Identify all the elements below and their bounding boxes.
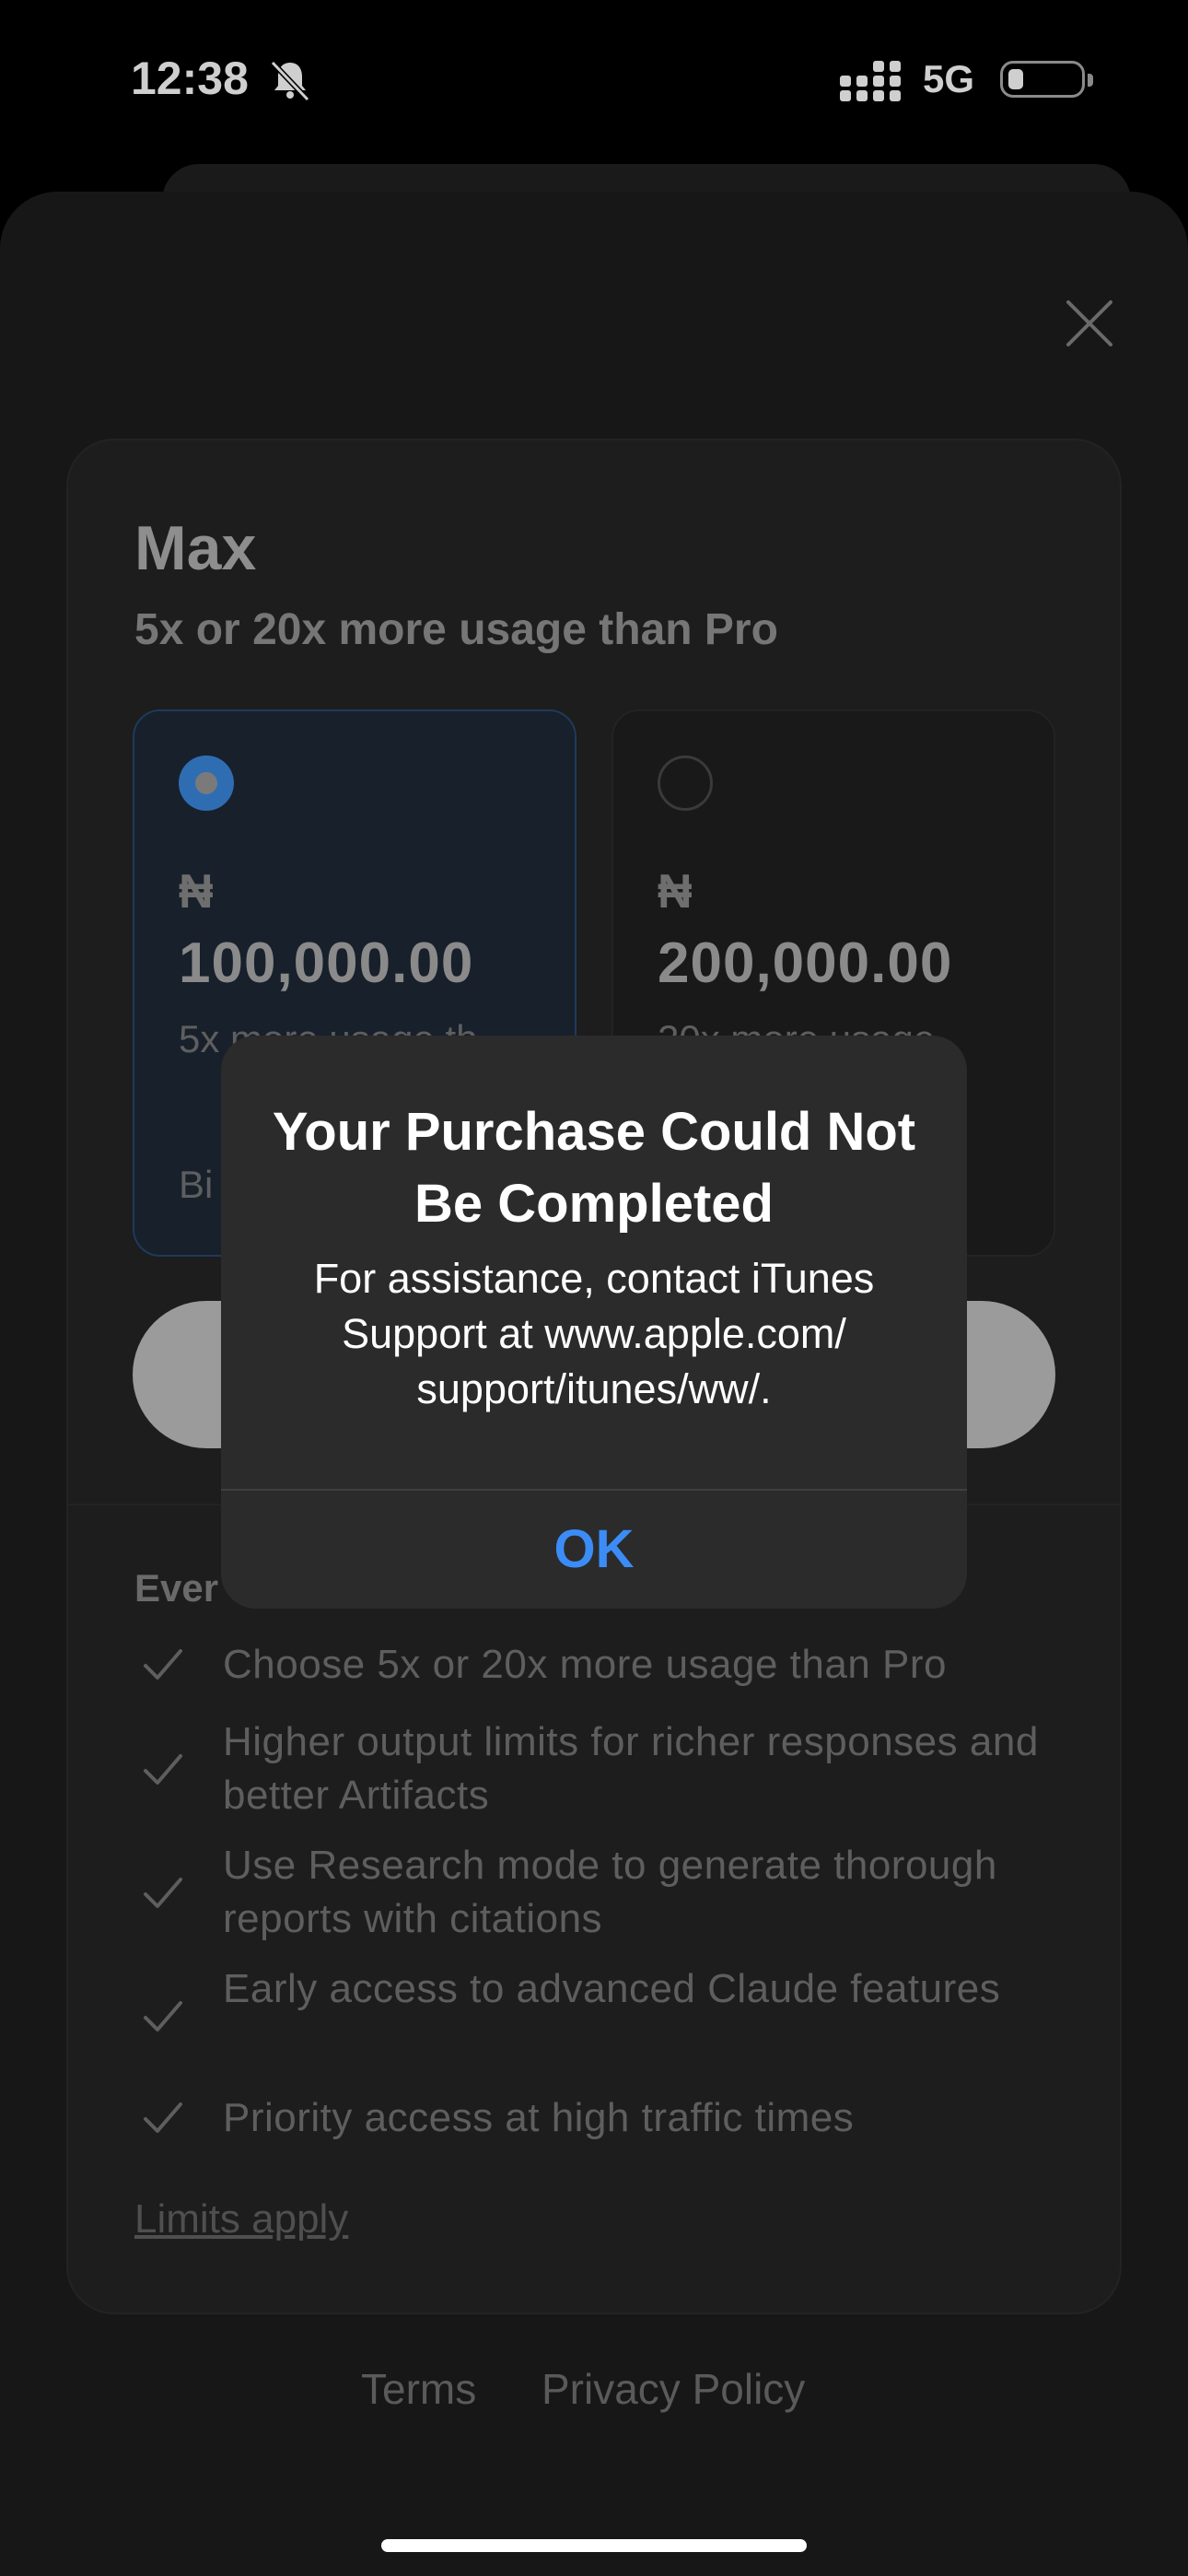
bell-muted-icon [270,60,310,102]
battery-icon [1000,61,1093,98]
features-heading: Ever [134,1566,219,1610]
feature-text: Higher output limits for richer response… [223,1719,1039,1818]
purchase-error-alert: Your Purchase Could Not Be Completed For… [221,1036,967,1609]
alert-message: For assistance, contact iTunes Support a… [313,1255,875,1412]
feature-text: Choose 5x or 20x more usage than Pro [223,1642,948,1687]
checkmark-icon [144,1754,182,1785]
terms-link[interactable]: Terms [361,2364,476,2414]
close-icon[interactable] [1061,295,1118,352]
network-type: 5G [923,57,975,100]
feature-text: Early access to advanced Claude features [223,1966,1001,2011]
price: 200,000.00 [658,931,953,995]
radio-unselected[interactable] [658,755,713,811]
price: 100,000.00 [179,931,474,995]
radio-selected[interactable] [179,755,234,811]
home-indicator[interactable] [381,2539,807,2552]
checkmark-icon [144,2102,182,2133]
plan-subtitle: 5x or 20x more usage than Pro [134,605,778,654]
alert-title: Your Purchase Could Not Be Completed [272,1102,916,1234]
billing-text: Bi [179,1163,214,1206]
checkmark-icon [144,2001,182,2032]
ok-button[interactable]: OK [221,1491,967,1609]
feature-text: Priority access at high traffic times [223,2095,855,2140]
currency-symbol: ₦ [179,865,214,919]
feature-text: Use Research mode to generate thorough r… [223,1843,997,1941]
privacy-policy-link[interactable]: Privacy Policy [542,2364,805,2414]
currency-symbol: ₦ [658,865,693,919]
status-bar: 12:38 5G [0,0,1188,166]
plan-title: Max [134,513,257,583]
cellular-signal-icon [840,61,901,101]
status-time: 12:38 [131,53,249,104]
checkmark-icon [144,1878,182,1908]
limits-apply-link[interactable]: Limits apply [134,2196,348,2242]
checkmark-icon [144,1649,182,1680]
